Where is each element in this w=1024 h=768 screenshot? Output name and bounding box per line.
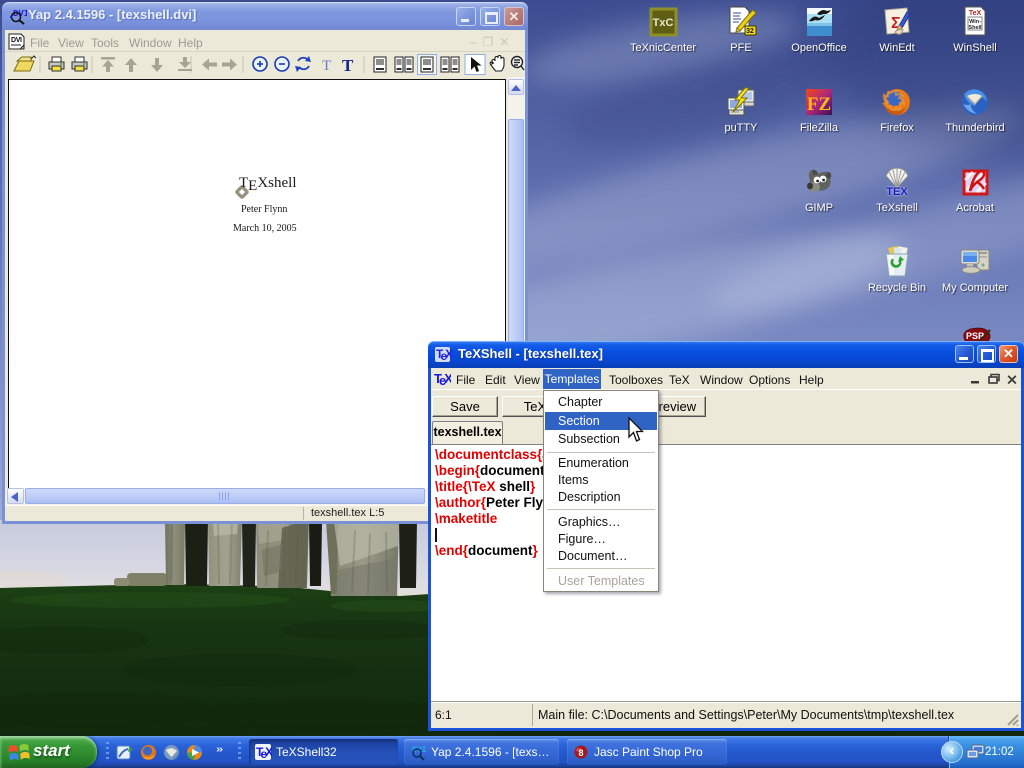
svg-text:TeX: TeX [436,347,452,363]
svg-text:DVI: DVI [11,37,22,44]
svg-text:TxC: TxC [653,17,674,29]
svg-text:TEX: TEX [886,186,908,198]
svg-text:TeX: TeX [969,10,982,17]
svg-text:FZ: FZ [807,94,831,115]
svg-text:T: T [322,58,331,74]
svg-text:Shell: Shell [968,25,982,31]
svg-text:TeX: TeX [434,371,451,388]
svg-text:TeX: TeX [256,745,272,761]
svg-text:32: 32 [746,28,754,35]
svg-text:8: 8 [578,748,583,758]
svg-text:T: T [342,56,354,75]
